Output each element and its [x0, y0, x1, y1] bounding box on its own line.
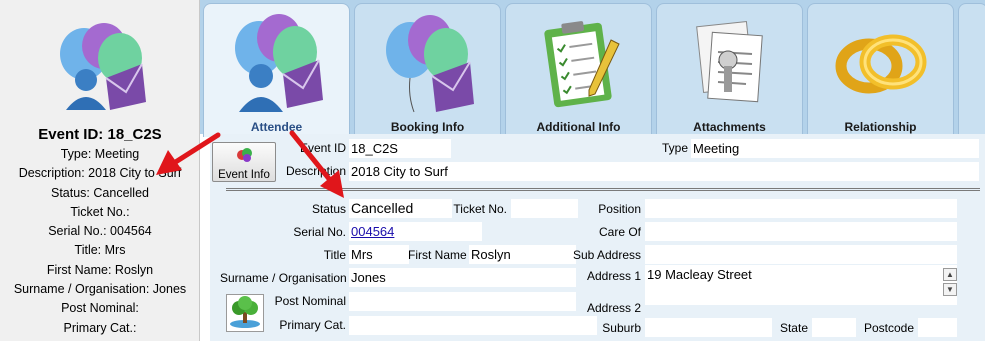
- suburb-label: Suburb: [602, 321, 641, 335]
- tab-strip: Attendee Booking Info Additional Info At…: [200, 0, 985, 137]
- summary-status: Status: Cancelled: [51, 185, 149, 200]
- paperclip-documents-icon: [696, 21, 763, 103]
- state-field[interactable]: [812, 318, 856, 337]
- primary-cat-field[interactable]: [349, 316, 597, 335]
- tab-booking-info[interactable]: Booking Info: [354, 3, 501, 135]
- tab-booking-info-label: Booking Info: [390, 120, 465, 134]
- rings-icon: [835, 34, 927, 94]
- summary-surname: Surname / Organisation: Jones: [13, 282, 187, 297]
- summary-title: Event ID: 18_C2S: [38, 126, 162, 143]
- ticket-no-label: Ticket No.: [453, 202, 507, 216]
- summary-type: Type: Meeting: [60, 147, 140, 161]
- postcode-field[interactable]: [918, 318, 957, 337]
- tab-additional-info[interactable]: Additional Info: [505, 3, 652, 135]
- post-nominal-label: Post Nominal: [274, 294, 346, 308]
- address-1-label: Address 1: [586, 269, 641, 283]
- clipboard-checklist-icon: [544, 21, 620, 108]
- first-name-field[interactable]: Roslyn: [469, 245, 576, 264]
- balloons-icon: [386, 15, 474, 113]
- summary-primary-cat: Primary Cat.:: [63, 320, 137, 335]
- summary-info: Event ID: 18_C2S Type: Meeting Descripti…: [0, 125, 200, 338]
- tab-relationship-label: Relationship: [844, 120, 917, 134]
- address-2-label: Address 2: [586, 301, 641, 315]
- balloons-icon: [237, 148, 252, 162]
- title-label: Title: [323, 248, 346, 262]
- sub-address-label: Sub Address: [572, 248, 641, 262]
- first-name-label: First Name: [408, 248, 467, 262]
- type-field[interactable]: Meeting: [691, 139, 979, 158]
- address-scroll-up-icon[interactable]: ▲: [943, 268, 957, 281]
- position-field[interactable]: [645, 199, 957, 218]
- tab-additional-info-label: Additional Info: [536, 120, 621, 134]
- attendee-form: Event Info Event ID 18_C2S Type Meeting …: [210, 134, 985, 341]
- sub-address-field[interactable]: [645, 245, 957, 264]
- tab-attachments-label: Attachments: [693, 120, 766, 134]
- care-of-field[interactable]: [645, 222, 957, 241]
- event-id-label: Event ID: [299, 141, 346, 155]
- event-info-label: Event Info: [218, 169, 270, 181]
- summary-serial-no: Serial No.: 004564: [48, 224, 152, 239]
- address-1-field[interactable]: 19 Macleay Street: [645, 265, 957, 305]
- description-field[interactable]: 2018 City to Surf: [349, 162, 979, 181]
- summary-panel: Event ID: 18_C2S Type: Meeting Descripti…: [0, 0, 200, 341]
- primary-cat-label: Primary Cat.: [279, 318, 346, 332]
- ticket-no-field[interactable]: [511, 199, 578, 218]
- suburb-field[interactable]: [645, 318, 772, 337]
- summary-title-field: Title: Mrs: [74, 243, 126, 258]
- status-field[interactable]: Cancelled: [349, 199, 452, 218]
- state-label: State: [779, 321, 808, 335]
- event-info-button[interactable]: Event Info: [212, 142, 276, 182]
- title-field[interactable]: Mrs: [349, 245, 409, 264]
- summary-ticket-no: Ticket No.:: [70, 204, 130, 219]
- serial-no-link[interactable]: 004564: [349, 222, 482, 241]
- summary-first-name: First Name: Roslyn: [46, 262, 154, 277]
- post-nominal-field[interactable]: [349, 292, 576, 311]
- summary-post-nominal: Post Nominal:: [61, 301, 139, 316]
- tab-attendee[interactable]: Attendee: [203, 3, 350, 137]
- description-label: Description: [285, 164, 346, 178]
- balloons-people-icon: [235, 14, 323, 112]
- summary-description: Description: 2018 City to Surf: [18, 166, 182, 181]
- serial-no-label: Serial No.: [293, 225, 346, 239]
- tab-more[interactable]: [958, 3, 985, 135]
- tab-attendee-label: Attendee: [250, 120, 303, 134]
- type-label: Type: [661, 141, 688, 155]
- surname-field[interactable]: Jones: [349, 268, 576, 287]
- status-label: Status: [311, 202, 346, 216]
- tab-relationship[interactable]: Relationship: [807, 3, 954, 135]
- address-scroll-down-icon[interactable]: ▼: [943, 283, 957, 296]
- tab-attachments[interactable]: Attachments: [656, 3, 803, 135]
- event-id-field[interactable]: 18_C2S: [349, 139, 451, 158]
- balloons-people-icon: [60, 23, 146, 110]
- position-label: Position: [598, 202, 641, 216]
- postcode-label: Postcode: [863, 321, 914, 335]
- care-of-label: Care Of: [598, 225, 641, 239]
- divider: [226, 188, 980, 191]
- surname-label: Surname / Organisation: [220, 271, 347, 285]
